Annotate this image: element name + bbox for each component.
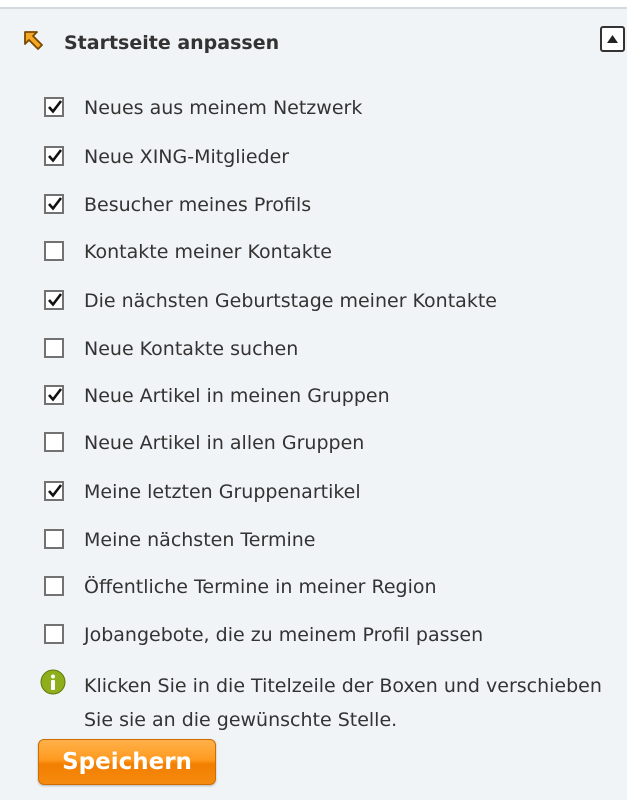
option-item[interactable]: Besucher meines Profils <box>0 188 600 220</box>
option-label: Kontakte meiner Kontakte <box>84 241 332 263</box>
option-checkbox[interactable] <box>44 481 64 501</box>
option-label: Neue Artikel in allen Gruppen <box>84 432 365 454</box>
option-item[interactable]: Jobangebote, die zu meinem Profil passen <box>0 618 600 650</box>
option-item[interactable]: Kontakte meiner Kontakte <box>0 235 600 267</box>
option-item[interactable]: Meine nächsten Termine <box>0 523 600 555</box>
option-item[interactable]: Öffentliche Termine in meiner Region <box>0 570 600 602</box>
option-item[interactable]: Neue Artikel in meinen Gruppen <box>0 379 600 411</box>
panel-header[interactable]: Startseite anpassen <box>0 9 627 73</box>
option-label: Meine nächsten Termine <box>84 529 316 551</box>
option-label: Neue XING-Mitglieder <box>84 146 290 168</box>
option-label: Öffentliche Termine in meiner Region <box>84 576 437 598</box>
option-checkbox[interactable] <box>44 624 64 644</box>
option-item[interactable]: Neue XING-Mitglieder <box>0 140 600 172</box>
customize-homepage-panel: Startseite anpassen Neues aus meinem Net… <box>0 7 627 800</box>
option-label: Jobangebote, die zu meinem Profil passen <box>84 624 484 646</box>
option-label: Neues aus meinem Netzwerk <box>84 97 363 119</box>
option-checkbox[interactable] <box>44 290 64 310</box>
save-button[interactable]: Speichern <box>38 739 216 785</box>
panel-title: Startseite anpassen <box>64 32 280 54</box>
option-checkbox[interactable] <box>44 432 64 452</box>
option-checkbox[interactable] <box>44 576 64 596</box>
option-checkbox[interactable] <box>44 385 64 405</box>
info-icon <box>40 669 66 695</box>
checkmark-icon <box>48 293 63 307</box>
option-label: Besucher meines Profils <box>84 194 312 216</box>
option-label: Meine letzten Gruppenartikel <box>84 481 361 503</box>
option-item[interactable]: Neues aus meinem Netzwerk <box>0 91 600 123</box>
option-checkbox[interactable] <box>44 97 64 117</box>
option-checkbox[interactable] <box>44 529 64 549</box>
option-checkbox[interactable] <box>44 241 64 261</box>
option-checkbox[interactable] <box>44 146 64 166</box>
option-item[interactable]: Meine letzten Gruppenartikel <box>0 475 600 507</box>
option-checkbox[interactable] <box>44 338 64 358</box>
checkmark-icon <box>48 100 63 114</box>
option-checkbox[interactable] <box>44 194 64 214</box>
option-label: Neue Artikel in meinen Gruppen <box>84 385 390 407</box>
option-label: Die nächsten Geburtstage meiner Kontakte <box>84 290 497 312</box>
info-text: Klicken Sie in die Titelzeile der Boxen … <box>84 675 602 731</box>
info-hint: Klicken Sie in die Titelzeile der Boxen … <box>0 661 627 735</box>
checkmark-icon <box>48 197 63 211</box>
option-label: Neue Kontakte suchen <box>84 338 299 360</box>
collapse-button[interactable] <box>600 26 625 52</box>
move-arrow-icon <box>22 29 46 53</box>
checkmark-icon <box>48 484 63 498</box>
collapse-up-icon <box>607 35 618 43</box>
checkmark-icon <box>48 149 63 163</box>
checkmark-icon <box>48 388 63 402</box>
option-item[interactable]: Die nächsten Geburtstage meiner Kontakte <box>0 284 600 316</box>
option-item[interactable]: Neue Kontakte suchen <box>0 332 600 364</box>
option-item[interactable]: Neue Artikel in allen Gruppen <box>0 426 600 458</box>
